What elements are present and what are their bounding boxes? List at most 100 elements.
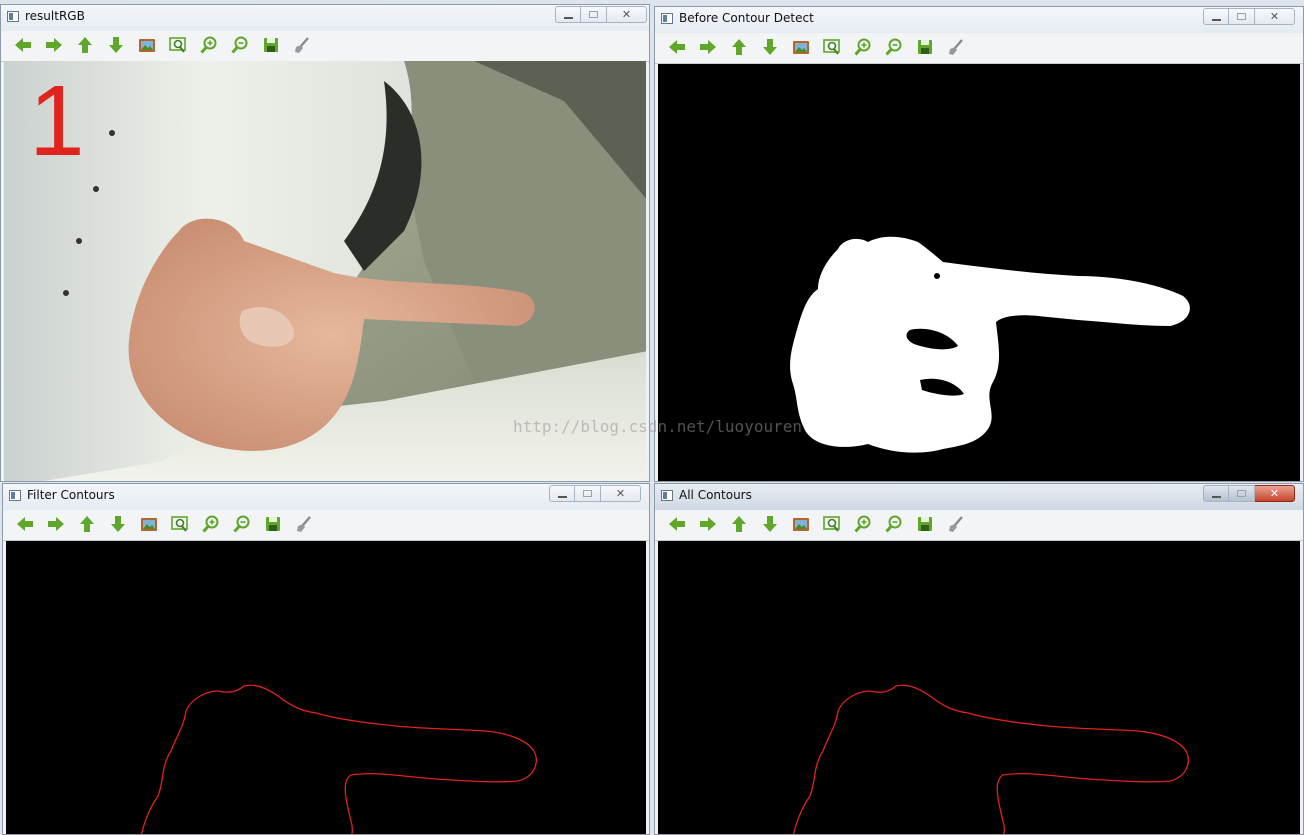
arrow-right-icon: [700, 517, 716, 531]
app-icon: [7, 11, 19, 22]
window-filter-contours[interactable]: Filter Contours: [2, 483, 650, 835]
properties-button[interactable]: [290, 34, 314, 56]
maximize-button[interactable]: [575, 485, 601, 502]
shirt-button: [109, 130, 115, 136]
window-all-contours[interactable]: All Contours: [654, 483, 1304, 835]
close-button[interactable]: [1255, 485, 1295, 502]
arrow-down-icon: [763, 39, 777, 55]
zoom-in-icon: [854, 515, 871, 533]
arrow-down-button[interactable]: [758, 513, 782, 535]
hand-contour: [140, 684, 537, 834]
zoom-fit-icon: [823, 516, 840, 532]
mask-hole: [934, 273, 940, 279]
image-button[interactable]: [137, 513, 161, 535]
properties-button[interactable]: [292, 513, 316, 535]
zoom-out-icon: [233, 515, 250, 533]
arrow-up-button[interactable]: [73, 34, 97, 56]
arrow-down-icon: [111, 516, 125, 532]
contour-drawing: [792, 684, 1189, 834]
arrow-up-button[interactable]: [727, 36, 751, 58]
arrow-right-icon: [700, 40, 716, 54]
maximize-button[interactable]: [1229, 8, 1255, 25]
image-canvas: [658, 541, 1300, 834]
arrow-left-button[interactable]: [665, 513, 689, 535]
arrow-left-button[interactable]: [13, 513, 37, 535]
close-button[interactable]: [607, 6, 647, 23]
minimize-button[interactable]: [555, 6, 581, 23]
image-button[interactable]: [135, 34, 159, 56]
arrow-right-button[interactable]: [42, 34, 66, 56]
minimize-button[interactable]: [549, 485, 575, 502]
zoom-in-icon: [854, 38, 871, 56]
zoom-out-button[interactable]: [228, 34, 252, 56]
image-button[interactable]: [789, 513, 813, 535]
zoom-in-button[interactable]: [199, 513, 223, 535]
hand-mask: [790, 236, 1190, 453]
properties-icon: [295, 37, 309, 53]
arrow-down-button[interactable]: [106, 513, 130, 535]
arrow-right-button[interactable]: [696, 36, 720, 58]
arrow-left-button[interactable]: [11, 34, 35, 56]
save-button[interactable]: [259, 34, 283, 56]
window-title: resultRGB: [25, 9, 85, 23]
properties-button[interactable]: [944, 36, 968, 58]
arrow-down-icon: [763, 516, 777, 532]
window-title: Filter Contours: [27, 488, 115, 502]
arrow-up-icon: [78, 37, 92, 53]
arrow-up-button[interactable]: [727, 513, 751, 535]
save-button[interactable]: [261, 513, 285, 535]
zoom-out-icon: [885, 515, 902, 533]
zoom-out-icon: [231, 36, 248, 54]
title-bar[interactable]: Filter Contours: [3, 484, 649, 510]
image-button[interactable]: [789, 36, 813, 58]
zoom-fit-icon: [823, 39, 840, 55]
arrow-up-button[interactable]: [75, 513, 99, 535]
window-result-rgb[interactable]: resultRGB ✕ 1: [0, 4, 650, 482]
arrow-down-button[interactable]: [758, 36, 782, 58]
properties-icon: [949, 516, 963, 532]
image-icon: [793, 41, 809, 54]
save-button[interactable]: [913, 513, 937, 535]
zoom-fit-button[interactable]: [168, 513, 192, 535]
zoom-out-button[interactable]: [230, 513, 254, 535]
save-icon: [264, 38, 278, 52]
minimize-button[interactable]: [1203, 8, 1229, 25]
save-icon: [266, 517, 280, 531]
minimize-button[interactable]: [1203, 485, 1229, 502]
zoom-fit-button[interactable]: [166, 34, 190, 56]
toolbar: [3, 510, 649, 541]
close-button[interactable]: [601, 485, 641, 502]
zoom-in-button[interactable]: [851, 36, 875, 58]
maximize-button[interactable]: [581, 6, 607, 23]
zoom-out-button[interactable]: [882, 36, 906, 58]
window-title: All Contours: [679, 488, 752, 502]
zoom-out-button[interactable]: [882, 513, 906, 535]
window-title: Before Contour Detect: [679, 11, 814, 25]
toolbar: [655, 33, 1303, 64]
arrow-left-icon: [669, 40, 685, 54]
shirt-button: [63, 290, 69, 296]
zoom-fit-button[interactable]: [820, 513, 844, 535]
title-bar[interactable]: All Contours: [655, 484, 1303, 510]
arrow-down-button[interactable]: [104, 34, 128, 56]
title-bar[interactable]: resultRGB: [1, 5, 649, 31]
image-canvas: [6, 541, 646, 834]
properties-button[interactable]: [944, 513, 968, 535]
title-bar[interactable]: Before Contour Detect: [655, 7, 1303, 33]
arrow-left-button[interactable]: [665, 36, 689, 58]
close-button[interactable]: [1255, 8, 1295, 25]
app-icon: [661, 13, 673, 24]
arrow-right-button[interactable]: [44, 513, 68, 535]
zoom-fit-button[interactable]: [820, 36, 844, 58]
image-icon: [139, 39, 155, 52]
properties-icon: [297, 516, 311, 532]
zoom-fit-icon: [171, 516, 188, 532]
window-before-contour-detect[interactable]: Before Contour Detect: [654, 6, 1304, 482]
zoom-in-button[interactable]: [197, 34, 221, 56]
hand-contour: [792, 684, 1189, 834]
save-button[interactable]: [913, 36, 937, 58]
zoom-in-button[interactable]: [851, 513, 875, 535]
image-icon: [793, 518, 809, 531]
arrow-right-button[interactable]: [696, 513, 720, 535]
maximize-button[interactable]: [1229, 485, 1255, 502]
